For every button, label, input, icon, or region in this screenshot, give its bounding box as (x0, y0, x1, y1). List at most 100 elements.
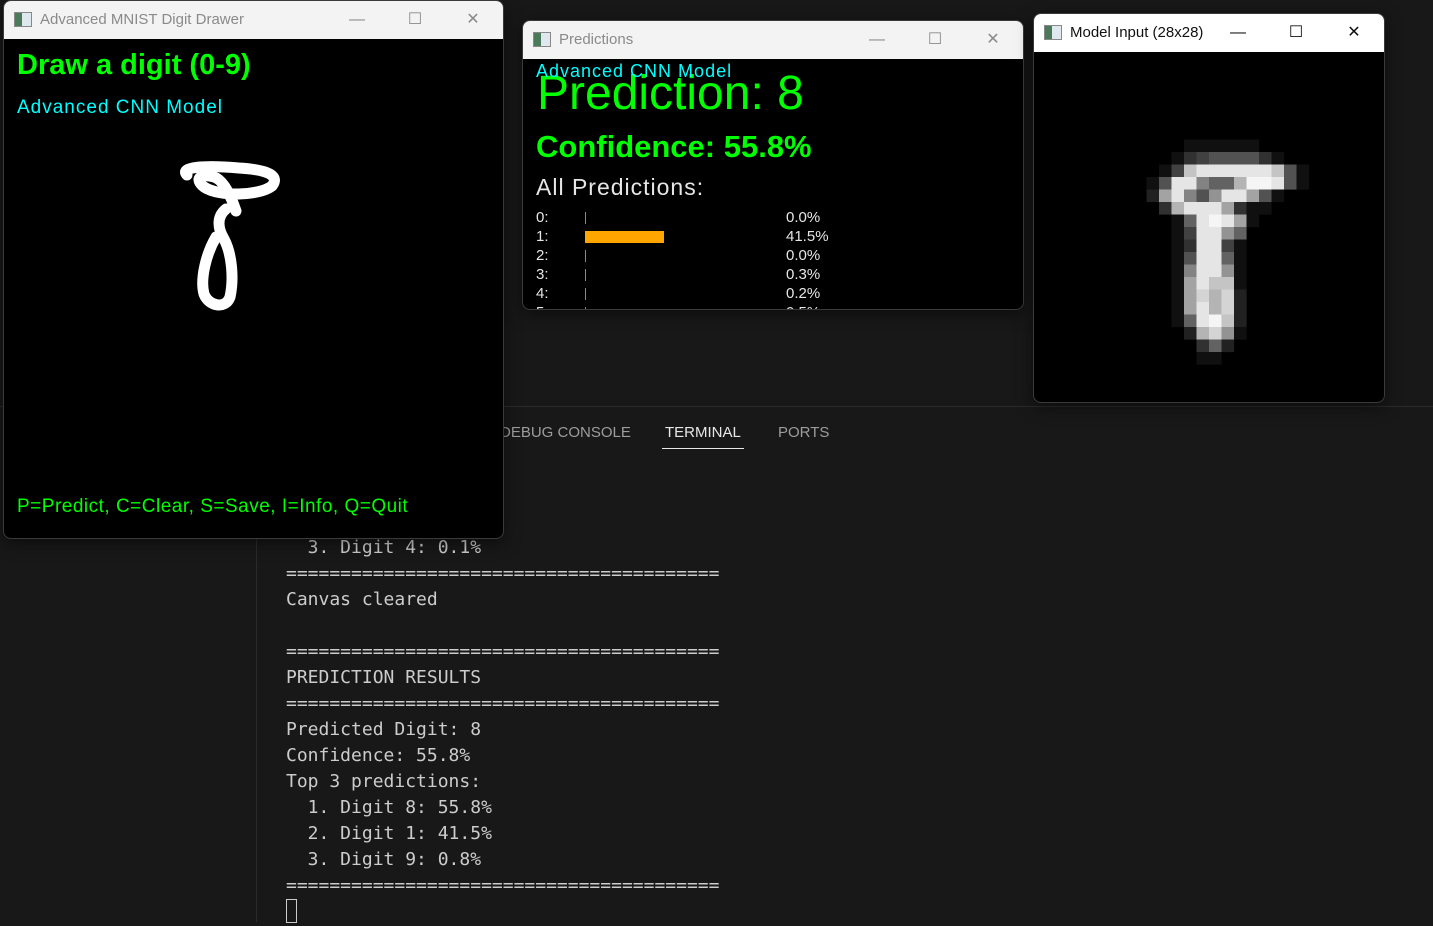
minimize-icon[interactable]: — (337, 7, 377, 33)
input-pixel (1146, 177, 1160, 190)
tab-terminal[interactable]: TERMINAL (665, 424, 741, 441)
probability-bar (585, 250, 586, 262)
drawing-canvas[interactable]: Draw a digit (0-9) Advanced CNN Model P=… (4, 39, 503, 538)
input-pixel (1209, 252, 1222, 265)
input-pixel (1234, 277, 1247, 290)
input-pixel (1196, 227, 1210, 240)
app-icon (533, 32, 551, 47)
window-title: Model Input (28x28) (1070, 24, 1204, 41)
probability-bar (585, 307, 586, 309)
input-pixel (1209, 177, 1222, 190)
input-pixel (1171, 264, 1185, 278)
input-pixel (1234, 152, 1247, 165)
terminal-line: PREDICTION RESULTS (286, 667, 482, 688)
input-pixel (1221, 302, 1235, 315)
input-pixel (1246, 202, 1260, 215)
terminal-line: Confidence: 55.8% (286, 745, 471, 766)
input-pixel (1184, 327, 1197, 340)
probability-bar (585, 231, 664, 243)
terminal-line: Top 3 predictions: (286, 771, 482, 792)
close-icon[interactable]: ✕ (453, 7, 493, 33)
input-pixel (1209, 302, 1222, 315)
input-pixel (1171, 302, 1185, 315)
input-pixel (1246, 164, 1260, 178)
maximize-icon[interactable]: ☐ (1276, 20, 1316, 46)
terminal-line: 3. Digit 9: 0.8% (286, 849, 482, 870)
input-pixel (1259, 152, 1272, 165)
digit-label: 3: (536, 266, 549, 283)
input-pixel (1234, 139, 1247, 153)
model-input-titlebar[interactable]: Model Input (28x28) — ☐ ✕ (1034, 14, 1384, 52)
tab-debug-console[interactable]: DEBUG CONSOLE (500, 424, 631, 441)
input-pixel (1209, 214, 1222, 228)
input-pixel (1209, 164, 1222, 178)
input-pixel (1184, 314, 1197, 328)
input-pixel (1184, 264, 1197, 278)
input-pixel (1284, 164, 1297, 178)
probability-value: 0.2% (786, 285, 821, 302)
input-pixel (1246, 177, 1260, 190)
input-pixel (1234, 314, 1247, 328)
input-pixel (1221, 264, 1235, 278)
terminal-line: 1. Digit 8: 55.8% (286, 797, 492, 818)
input-pixel (1196, 164, 1210, 178)
tab-ports[interactable]: PORTS (778, 424, 829, 441)
digit-label: 1: (536, 228, 549, 245)
input-pixel (1246, 139, 1260, 153)
input-pixel (1234, 289, 1247, 303)
probability-value: 0.5% (786, 304, 820, 309)
model-input-window: Model Input (28x28) — ☐ ✕ (1033, 13, 1385, 403)
minimize-icon[interactable]: — (1218, 20, 1258, 46)
input-pixel (1271, 177, 1285, 190)
input-pixel (1221, 164, 1235, 178)
input-pixel (1221, 339, 1235, 353)
maximize-icon[interactable]: ☐ (915, 27, 955, 53)
input-pixel (1271, 152, 1285, 165)
terminal-output[interactable]: 3. Digit 4: 0.1% ========================… (286, 535, 719, 926)
input-pixel (1159, 164, 1172, 178)
close-icon[interactable]: ✕ (1334, 20, 1374, 46)
input-pixel (1209, 264, 1222, 278)
input-pixel (1221, 202, 1235, 215)
input-pixel (1171, 252, 1185, 265)
input-pixel (1221, 227, 1235, 240)
input-pixel (1196, 139, 1210, 153)
input-pixel (1246, 189, 1260, 203)
close-icon[interactable]: ✕ (973, 27, 1013, 53)
terminal-line: ======================================== (286, 641, 720, 662)
probability-bar (585, 269, 586, 281)
input-pixel (1184, 302, 1197, 315)
input-pixel (1209, 339, 1222, 353)
input-pixel (1196, 277, 1210, 290)
predictions-titlebar[interactable]: Predictions — ☐ ✕ (523, 21, 1023, 59)
input-pixel (1221, 277, 1235, 290)
predictions-canvas: Prediction: 8 Advanced CNN Model Confide… (523, 59, 1023, 309)
input-pixel (1246, 214, 1260, 228)
input-pixel (1259, 177, 1272, 190)
digit-label: 2: (536, 247, 549, 264)
input-pixel (1234, 202, 1247, 215)
input-pixel (1271, 189, 1285, 203)
input-pixel (1171, 177, 1185, 190)
input-pixel (1209, 327, 1222, 340)
maximize-icon[interactable]: ☐ (395, 7, 435, 33)
terminal-line: ======================================== (286, 693, 720, 714)
input-pixel (1196, 214, 1210, 228)
minimize-icon[interactable]: — (857, 27, 897, 53)
input-pixel (1196, 239, 1210, 253)
input-pixel (1284, 177, 1297, 190)
input-pixel (1221, 189, 1235, 203)
drawer-titlebar[interactable]: Advanced MNIST Digit Drawer — ☐ ✕ (4, 1, 503, 39)
input-pixel (1196, 189, 1210, 203)
window-title: Advanced MNIST Digit Drawer (40, 11, 244, 28)
all-predictions-label: All Predictions: (536, 174, 705, 200)
input-pixel (1171, 214, 1185, 228)
drawn-digit (180, 161, 280, 311)
input-pixel (1171, 227, 1185, 240)
probability-value: 41.5% (786, 228, 829, 245)
input-pixel (1196, 339, 1210, 353)
model-input-image (1146, 139, 1310, 365)
input-pixel (1246, 152, 1260, 165)
input-pixel (1171, 289, 1185, 303)
input-pixel (1296, 177, 1310, 190)
